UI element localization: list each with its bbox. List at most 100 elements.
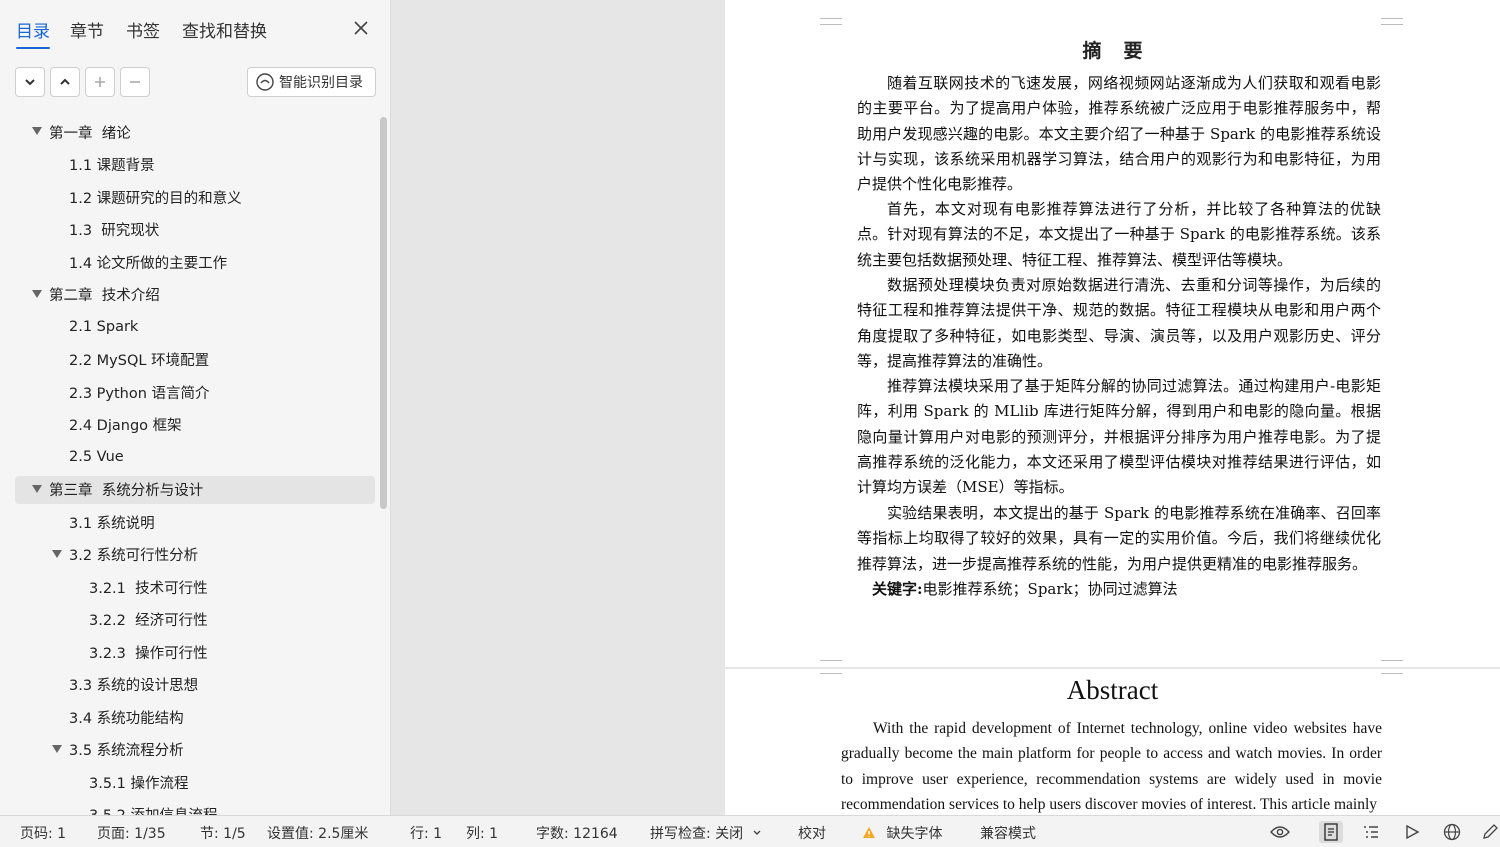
margin-mark [820,660,842,667]
keywords-line: 关键字:电影推荐系统；Spark；协同过滤算法 [872,578,1178,599]
keywords-label: 关键字: [872,580,923,598]
toc-item-label: 3.2.2 经济可行性 [89,613,208,629]
toc-item[interactable]: 3.5 系统流程分析 [15,736,375,764]
margin-mark [820,18,842,25]
abstract-en-title: Abstract [1066,675,1159,705]
toc-item-label: 2.3 Python 语言简介 [69,385,210,402]
toc-item[interactable]: 3.3 系统的设计思想 [15,671,375,699]
toc-item-label: 2.5 Vue [69,449,124,465]
abstract-cn-title: 摘要 [1082,40,1165,62]
expand-triangle-icon[interactable] [32,289,42,298]
abstract-cn-paragraph: 首先，本文对现有电影推荐算法进行了分析，并比较了各种算法的优缺点。针对现有算法的… [857,200,1381,269]
toc-item-label: 2.1 Spark [69,319,139,335]
expand-triangle-icon[interactable] [32,127,42,135]
toc-item[interactable]: 第二章 技术介绍 [15,281,375,309]
toc-scrollbar[interactable] [380,117,387,509]
status-page[interactable]: 页面: 1/35 [97,823,166,843]
toc-item[interactable]: 1.1 课题背景 [15,151,375,179]
chevron-down-icon [25,79,35,86]
toc-item-label: 3.2.1 技术可行性 [89,580,208,597]
toc-item[interactable]: 2.5 Vue [15,443,375,471]
document-page-2[interactable]: Abstract With the rapid development of I… [725,669,1500,815]
toc-item-label: 第三章 系统分析与设计 [49,483,204,499]
toc-item[interactable]: 2.1 Spark [15,313,375,341]
toc-item[interactable]: 2.3 Python 语言简介 [15,378,375,406]
toc-item-label: 3.5.2 添加信息流程 [89,804,218,815]
plus-icon [95,77,105,87]
close-icon[interactable] [350,17,372,39]
smart-toc-button[interactable]: 智能识别目录 [247,67,376,97]
toc-item[interactable]: 第三章 系统分析与设计 [15,475,375,504]
toc-item[interactable]: 1.2 课题研究的目的和意义 [15,183,375,211]
toc-item-label: 3.1 系统说明 [69,515,155,532]
margin-mark [1381,667,1403,674]
toc-item-label: 1.3 研究现状 [69,223,160,239]
status-page-code[interactable]: 页码: 1 [20,823,66,843]
spell-check-label: 拼写检查: 关闭 [650,826,744,842]
toc-item-label: 3.5.1 操作流程 [89,775,189,792]
toc-item[interactable]: 2.4 Django 框架 [15,411,375,439]
abstract-en-paragraph: With the rapid development of Internet t… [841,720,1382,813]
add-heading-button[interactable] [85,67,115,97]
abstract-cn-paragraph: 推荐算法模块采用了基于矩阵分解的协同过滤算法。通过构建用户-电影矩阵，利用 Sp… [857,377,1381,497]
status-missing-font[interactable]: 缺失字体 [862,823,942,843]
nav-tab-bar: 目录 章节 书签 查找和替换 [0,0,391,56]
outline-view-icon[interactable] [1359,821,1383,843]
expand-triangle-icon[interactable] [32,484,42,493]
abstract-cn-paragraph: 随着互联网技术的飞速发展，网络视频网站逐渐成为人们获取和观看电影的主要平台。为了… [857,74,1381,194]
status-setting[interactable]: 设置值: 2.5厘米 [267,823,368,843]
status-proofread[interactable]: 校对 [798,823,826,843]
toc-item[interactable]: 2.2 MySQL 环境配置 [15,346,375,374]
toc-item[interactable]: 3.2.2 经济可行性 [15,606,375,634]
toc-item[interactable]: 1.3 研究现状 [15,216,375,244]
toc-item[interactable]: 3.1 系统说明 [15,508,375,536]
status-row[interactable]: 行: 1 [410,823,442,843]
status-word-count[interactable]: 字数: 12164 [536,823,618,843]
remove-heading-button[interactable] [120,67,150,97]
toc-item-label: 2.2 MySQL 环境配置 [69,353,210,369]
collapse-up-button[interactable] [50,67,80,97]
status-spell-check[interactable]: 拼写检查: 关闭 [650,823,762,843]
toc-item-label: 第一章 绪论 [49,125,131,142]
expand-down-button[interactable] [15,67,45,97]
toc-item[interactable]: 3.2.1 技术可行性 [15,573,375,601]
document-page-1[interactable]: 摘要 随着互联网技术的飞速发展，网络视频网站逐渐成为人们获取和观看电影的主要平台… [725,0,1500,667]
play-icon[interactable] [1400,821,1424,843]
document-canvas[interactable]: 摘要 随着互联网技术的飞速发展，网络视频网站逐渐成为人们获取和观看电影的主要平台… [392,0,1500,815]
tab-chapters[interactable]: 章节 [70,17,104,42]
status-compat-mode[interactable]: 兼容模式 [980,823,1036,843]
toc-item[interactable]: 1.4 论文所做的主要工作 [15,248,375,276]
pen-icon[interactable] [1478,821,1500,843]
navigation-pane: 目录 章节 书签 查找和替换 智能识别目录 第一章 绪论 1.1 课题背景 1.2 … [0,0,391,815]
toc-item-label: 3.2.3 操作可行性 [89,645,208,662]
toc-item[interactable]: 3.2.3 操作可行性 [15,638,375,666]
toc-item[interactable]: 3.4 系统功能结构 [15,703,375,731]
abstract-cn-paragraph: 实验结果表明，本文提出的基于 Spark 的电影推荐系统在准确率、召回率等指标上… [857,504,1381,573]
margin-mark [1381,660,1403,667]
toc-item-label: 2.4 Django 框架 [69,418,182,434]
tab-find-replace[interactable]: 查找和替换 [182,17,267,42]
toc-item[interactable]: 第一章 绪论 [15,118,375,146]
toc-tree: 第一章 绪论 1.1 课题背景 1.2 课题研究的目的和意义 1.3 研究现状 1.4 … [0,115,391,815]
expand-triangle-icon[interactable] [52,744,62,753]
warning-icon [863,827,875,838]
tab-toc[interactable]: 目录 [16,17,50,49]
expand-triangle-icon[interactable] [52,549,62,558]
toc-item-label: 3.5 系统流程分析 [69,743,184,759]
abstract-cn-paragraph: 数据预处理模块负责对原始数据进行清洗、去重和分词等操作，为后续的特征工程和推荐算… [857,276,1381,370]
globe-icon[interactable] [1440,821,1464,843]
toc-item[interactable]: 3.5.1 操作流程 [15,768,375,796]
toc-item[interactable]: 3.2 系统可行性分析 [15,541,375,569]
page-view-icon[interactable] [1319,821,1343,843]
tab-bookmarks[interactable]: 书签 [126,17,160,42]
toc-item[interactable]: 3.5.2 添加信息流程 [15,801,375,815]
status-bar: 页码: 1 页面: 1/35 节: 1/5 设置值: 2.5厘米 行: 1 列:… [0,815,1500,847]
smart-toc-label: 智能识别目录 [279,75,363,91]
status-section[interactable]: 节: 1/5 [200,823,246,843]
margin-mark [1381,18,1403,25]
toc-item-label: 1.2 课题研究的目的和意义 [69,190,242,207]
status-column[interactable]: 列: 1 [466,823,498,843]
eye-icon[interactable] [1268,821,1292,843]
toc-item-label: 第二章 技术介绍 [49,288,160,304]
toc-item-label: 1.1 课题背景 [69,158,155,174]
